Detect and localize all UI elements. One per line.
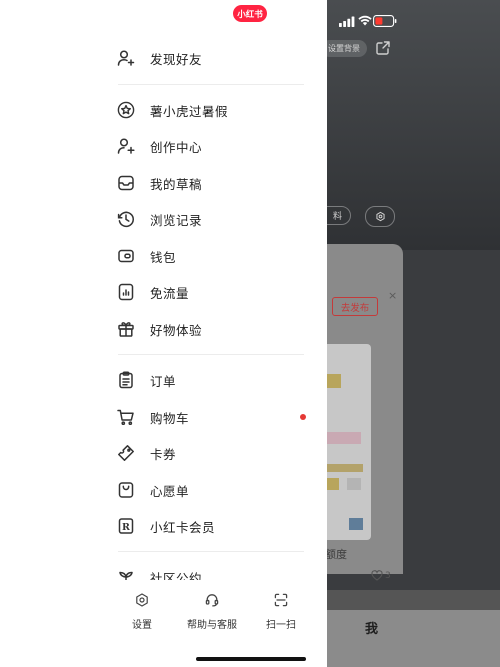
wallet-icon bbox=[116, 246, 136, 266]
menu-item-creator-center[interactable]: 创作中心 bbox=[116, 132, 306, 160]
like-button[interactable]: 3 bbox=[371, 566, 391, 585]
card-title-fragment: 额度 bbox=[327, 548, 347, 561]
menu-item-label: 订单 bbox=[150, 373, 177, 389]
home-indicator bbox=[196, 657, 306, 661]
history-clock-icon bbox=[116, 209, 136, 229]
cart-notification-dot bbox=[300, 414, 306, 420]
settings-button[interactable]: 设置 bbox=[102, 588, 182, 631]
menu-item-label: 浏览记录 bbox=[150, 212, 203, 228]
edit-profile-button[interactable]: 料 bbox=[327, 206, 351, 225]
menu-item-data-free[interactable]: 免流量 bbox=[116, 278, 306, 306]
publish-button[interactable]: 去发布 bbox=[332, 297, 378, 316]
draft-box-icon bbox=[116, 173, 136, 193]
scan-label: 扫一扫 bbox=[266, 620, 296, 631]
headset-icon bbox=[197, 588, 227, 612]
menu-item-label: 创作中心 bbox=[150, 139, 203, 155]
menu-item-label: 薯小虎过暑假 bbox=[150, 103, 229, 119]
brand-badge-text: 小红书 bbox=[237, 9, 263, 20]
close-icon[interactable]: × bbox=[388, 284, 397, 303]
scan-button[interactable]: 扫一扫 bbox=[241, 588, 321, 631]
heart-icon bbox=[371, 566, 383, 585]
wifi-icon bbox=[358, 11, 372, 30]
set-background-button[interactable]: 设置背景 bbox=[327, 40, 367, 57]
menu-item-label: 心愿单 bbox=[150, 483, 190, 499]
star-badge-icon bbox=[116, 100, 136, 120]
profile-page-overlay[interactable]: 设置背景 料 × 去发布 额度 3 我 bbox=[327, 0, 500, 667]
menu-item-red-card-membership[interactable]: R 小红卡会员 bbox=[116, 512, 306, 540]
settings-label: 设置 bbox=[132, 620, 152, 631]
menu-item-coupons[interactable]: 卡券 bbox=[116, 439, 306, 467]
menu-item-orders[interactable]: 订单 bbox=[116, 366, 306, 394]
nav-me-tab[interactable]: 我 bbox=[365, 618, 378, 637]
profile-settings-button[interactable] bbox=[365, 206, 395, 227]
svg-text:R: R bbox=[122, 522, 130, 533]
help-and-support-button[interactable]: 帮助与客服 bbox=[172, 588, 252, 631]
like-count: 3 bbox=[385, 570, 391, 581]
membership-card-icon: R bbox=[116, 516, 136, 536]
menu-item-wishlist[interactable]: 心愿单 bbox=[116, 476, 306, 504]
divider bbox=[118, 84, 304, 85]
close-glyph: × bbox=[388, 289, 398, 302]
edit-profile-label: 料 bbox=[332, 212, 342, 222]
menu-item-label: 小红卡会员 bbox=[150, 519, 216, 535]
menu-item-wallet[interactable]: 钱包 bbox=[116, 242, 306, 270]
bottom-nav: 我 bbox=[327, 610, 500, 667]
menu-item-my-drafts[interactable]: 我的草稿 bbox=[116, 169, 306, 197]
coupon-icon bbox=[116, 443, 136, 463]
menu-item-label: 卡券 bbox=[150, 446, 177, 462]
help-label: 帮助与客服 bbox=[187, 620, 237, 631]
menu-item-label: 发现好友 bbox=[150, 51, 203, 67]
gear-icon bbox=[127, 588, 157, 612]
menu-item-label: 钱包 bbox=[150, 249, 177, 265]
set-background-label: 设置背景 bbox=[328, 44, 360, 53]
bottom-separator bbox=[327, 590, 500, 610]
divider bbox=[118, 354, 304, 355]
battery-icon bbox=[373, 12, 397, 31]
divider bbox=[118, 551, 304, 552]
creator-icon bbox=[116, 136, 136, 156]
gear-icon bbox=[375, 207, 386, 226]
add-friend-icon bbox=[116, 48, 136, 68]
menu-item-product-trial[interactable]: 好物体验 bbox=[116, 315, 306, 343]
menu-item-shopping-cart[interactable]: 购物车 bbox=[116, 403, 306, 431]
menu-item-label: 免流量 bbox=[150, 285, 190, 301]
menu-item-label: 我的草稿 bbox=[150, 176, 203, 192]
preview-thumbnail bbox=[327, 344, 371, 540]
menu-item-history[interactable]: 浏览记录 bbox=[116, 205, 306, 233]
publish-label: 去发布 bbox=[340, 302, 370, 314]
menu-item-label: 购物车 bbox=[150, 410, 190, 426]
cart-icon bbox=[116, 407, 136, 427]
side-drawer: 小红书 发现好友 薯小虎过暑假 创作中心 我的草稿 浏览记录 钱包 免流量 好物… bbox=[0, 0, 327, 667]
order-icon bbox=[116, 370, 136, 390]
profile-header-bg bbox=[327, 0, 500, 250]
wishlist-icon bbox=[116, 480, 136, 500]
signal-icon bbox=[339, 12, 355, 31]
brand-badge: 小红书 bbox=[233, 5, 267, 22]
menu-item-find-friends[interactable]: 发现好友 bbox=[116, 44, 306, 72]
scan-icon bbox=[266, 588, 296, 612]
data-free-icon bbox=[116, 282, 136, 302]
menu-item-summer-event[interactable]: 薯小虎过暑假 bbox=[116, 96, 306, 124]
gift-icon bbox=[116, 319, 136, 339]
share-icon[interactable] bbox=[375, 40, 391, 60]
menu-item-label: 好物体验 bbox=[150, 322, 203, 338]
